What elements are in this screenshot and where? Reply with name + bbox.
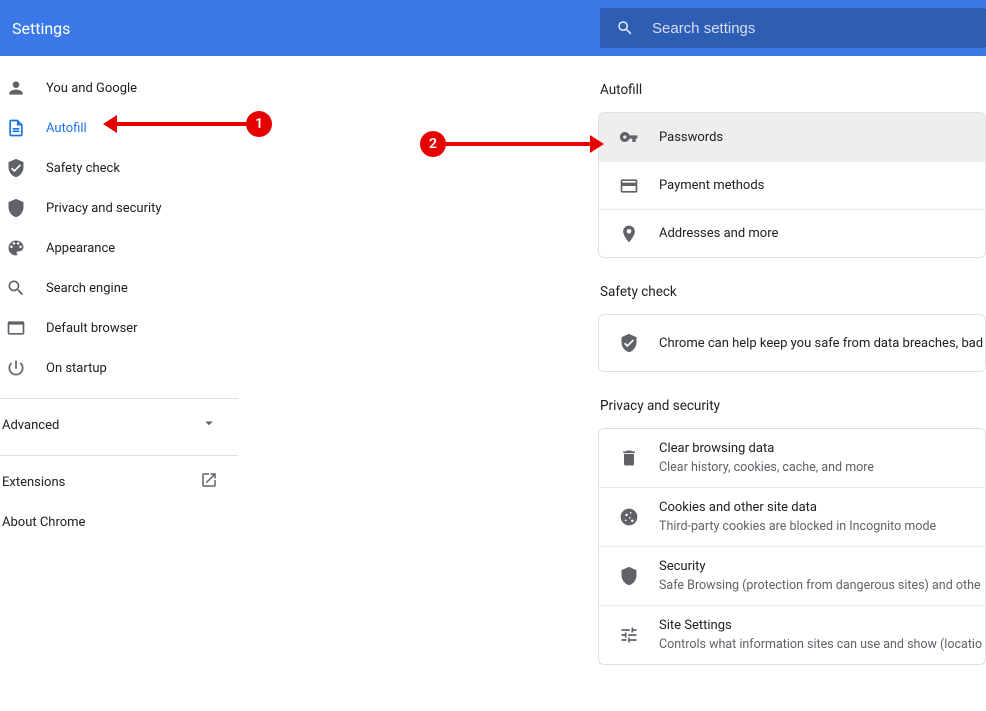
search-input[interactable] <box>652 20 970 37</box>
autofill-icon <box>6 118 26 138</box>
sidebar-item-label: On startup <box>46 361 107 376</box>
search-icon <box>616 19 634 37</box>
power-icon <box>6 358 26 378</box>
section-title-privacy: Privacy and security <box>598 398 986 414</box>
row-passwords[interactable]: Passwords <box>599 113 985 161</box>
advanced-label: Advanced <box>2 418 59 433</box>
row-addresses[interactable]: Addresses and more <box>599 209 985 257</box>
sidebar-item-label: Search engine <box>46 281 128 296</box>
sidebar-item-default-browser[interactable]: Default browser <box>0 308 238 348</box>
trash-icon <box>619 448 639 468</box>
sidebar-item-autofill[interactable]: Autofill <box>0 108 238 148</box>
row-security[interactable]: Security Safe Browsing (protection from … <box>599 546 985 605</box>
row-sublabel: Controls what information sites can use … <box>659 637 982 652</box>
row-label: Cookies and other site data <box>659 500 936 515</box>
row-sublabel: Safe Browsing (protection from dangerous… <box>659 578 981 593</box>
row-sublabel: Clear history, cookies, cache, and more <box>659 460 874 475</box>
browser-icon <box>6 318 26 338</box>
sidebar-item-label: Privacy and security <box>46 201 162 216</box>
sidebar-item-privacy[interactable]: Privacy and security <box>0 188 238 228</box>
extensions-label: Extensions <box>2 475 65 490</box>
row-site-settings[interactable]: Site Settings Controls what information … <box>599 605 985 664</box>
row-label: Clear browsing data <box>659 441 874 456</box>
search-container[interactable] <box>600 8 986 48</box>
row-clear-data[interactable]: Clear browsing data Clear history, cooki… <box>599 429 985 487</box>
sidebar: You and Google Autofill Safety check Pri… <box>0 56 238 711</box>
autofill-card: Passwords Payment methods Addresses and … <box>598 112 986 258</box>
sidebar-extensions[interactable]: Extensions <box>0 462 238 502</box>
about-label: About Chrome <box>2 515 85 530</box>
sidebar-item-safety-check[interactable]: Safety check <box>0 148 238 188</box>
shield-icon <box>6 198 26 218</box>
main-content: Autofill Passwords Payment methods Addre… <box>238 56 986 711</box>
search-icon <box>6 278 26 298</box>
page-title: Settings <box>0 19 600 38</box>
key-icon <box>619 127 639 147</box>
cookie-icon <box>619 507 639 527</box>
row-cookies[interactable]: Cookies and other site data Third-party … <box>599 487 985 546</box>
sidebar-item-appearance[interactable]: Appearance <box>0 228 238 268</box>
row-payment-methods[interactable]: Payment methods <box>599 161 985 209</box>
sidebar-about[interactable]: About Chrome <box>0 502 238 542</box>
sidebar-item-label: Safety check <box>46 161 120 176</box>
row-label: Payment methods <box>659 178 764 193</box>
open-external-icon <box>200 471 218 493</box>
sidebar-item-label: Appearance <box>46 241 115 256</box>
privacy-card: Clear browsing data Clear history, cooki… <box>598 428 986 665</box>
chevron-down-icon <box>200 414 218 436</box>
palette-icon <box>6 238 26 258</box>
divider <box>0 455 238 456</box>
row-safety-message[interactable]: Chrome can help keep you safe from data … <box>599 315 985 371</box>
divider <box>0 398 238 399</box>
shield-check-icon <box>6 158 26 178</box>
shield-check-icon <box>619 333 639 353</box>
row-label: Passwords <box>659 130 723 145</box>
location-icon <box>619 224 639 244</box>
sidebar-advanced[interactable]: Advanced <box>0 405 238 445</box>
sidebar-item-on-startup[interactable]: On startup <box>0 348 238 388</box>
row-label: Addresses and more <box>659 226 778 241</box>
section-title-autofill: Autofill <box>598 82 986 98</box>
credit-card-icon <box>619 176 639 196</box>
app-header: Settings <box>0 0 986 56</box>
row-label: Site Settings <box>659 618 982 633</box>
row-label: Chrome can help keep you safe from data … <box>659 336 986 351</box>
row-sublabel: Third-party cookies are blocked in Incog… <box>659 519 936 534</box>
sidebar-item-label: Default browser <box>46 321 138 336</box>
sidebar-item-label: Autofill <box>46 121 87 136</box>
sidebar-item-search-engine[interactable]: Search engine <box>0 268 238 308</box>
section-title-safety: Safety check <box>598 284 986 300</box>
safety-card: Chrome can help keep you safe from data … <box>598 314 986 372</box>
shield-icon <box>619 566 639 586</box>
row-label: Security <box>659 559 981 574</box>
person-icon <box>6 78 26 98</box>
sidebar-item-you-and-google[interactable]: You and Google <box>0 68 238 108</box>
tune-icon <box>619 625 639 645</box>
sidebar-item-label: You and Google <box>46 81 137 96</box>
